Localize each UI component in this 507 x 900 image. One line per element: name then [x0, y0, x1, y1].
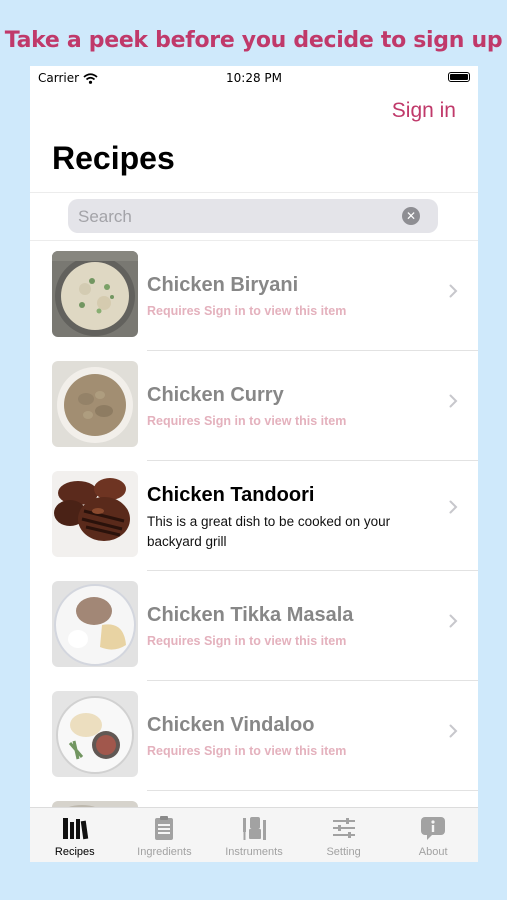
info-bubble-icon [421, 817, 446, 840]
recipe-list: Chicken Biryani Requires Sign in to view… [30, 241, 478, 831]
header-divider [30, 192, 478, 193]
clear-search-icon[interactable]: ✕ [402, 207, 420, 225]
tab-about[interactable]: About [388, 808, 478, 862]
chevron-right-icon [449, 284, 458, 298]
chevron-right-icon [449, 614, 458, 628]
clock: 10:28 PM [226, 71, 282, 85]
recipe-row-chicken-biryani[interactable]: Chicken Biryani Requires Sign in to view… [30, 241, 478, 351]
recipe-title: Chicken Tikka Masala [147, 604, 354, 626]
books-icon [62, 818, 89, 840]
tandoori-photo [52, 471, 138, 557]
recipe-row-chicken-curry[interactable]: Chicken Curry Requires Sign in to view t… [30, 351, 478, 461]
chevron-right-icon [449, 724, 458, 738]
tab-label: Recipes [54, 846, 95, 858]
recipe-subtitle: Requires Sign in to view this item [147, 744, 347, 758]
recipe-title: Chicken Biryani [147, 274, 299, 296]
tab-instruments[interactable]: Instruments [209, 808, 299, 862]
tikka-masala-photo [52, 581, 138, 667]
search-input[interactable] [76, 199, 390, 235]
kitchen-tools-icon [242, 817, 266, 840]
tab-label: About [418, 846, 448, 858]
recipe-subtitle: Requires Sign in to view this item [147, 304, 347, 318]
recipe-title: Chicken Vindaloo [147, 714, 315, 736]
battery-icon [448, 72, 470, 82]
search-bar: ✕ [68, 199, 438, 235]
tab-recipes[interactable]: Recipes [30, 808, 120, 862]
recipe-row-chicken-tikka-masala[interactable]: Chicken Tikka Masala Requires Sign in to… [30, 571, 478, 681]
tab-setting[interactable]: Setting [299, 808, 389, 862]
biryani-photo [52, 251, 138, 337]
chevron-right-icon [449, 500, 458, 514]
recipe-subtitle: Requires Sign in to view this item [147, 414, 347, 428]
tab-label: Instruments [225, 846, 283, 858]
promo-banner: Take a peek before you decide to sign up [4, 28, 503, 53]
recipe-title: Chicken Tandoori [147, 484, 315, 506]
recipe-subtitle: Requires Sign in to view this item [147, 634, 347, 648]
status-bar: Carrier 10:28 PM [30, 66, 478, 90]
clipboard-icon [155, 816, 174, 840]
chevron-right-icon [449, 394, 458, 408]
vindaloo-photo [52, 691, 138, 777]
sliders-icon [332, 818, 355, 838]
tab-label: Setting [326, 846, 361, 858]
tab-label: Ingredients [137, 846, 192, 858]
recipe-row-chicken-tandoori[interactable]: Chicken Tandoori This is a great dish to… [30, 461, 478, 571]
curry-photo [52, 361, 138, 447]
recipe-title: Chicken Curry [147, 384, 284, 406]
sign-in-button[interactable]: Sign in [392, 99, 456, 123]
app-screen: Carrier 10:28 PM Sign in Recipes ✕ [30, 66, 478, 862]
recipe-row-chicken-vindaloo[interactable]: Chicken Vindaloo Requires Sign in to vie… [30, 681, 478, 791]
page-title: Recipes [52, 140, 175, 176]
tab-bar: Recipes Ingredients Instruments Setting … [30, 807, 478, 862]
recipe-description: This is a great dish to be cooked on you… [147, 514, 391, 549]
tab-ingredients[interactable]: Ingredients [120, 808, 210, 862]
